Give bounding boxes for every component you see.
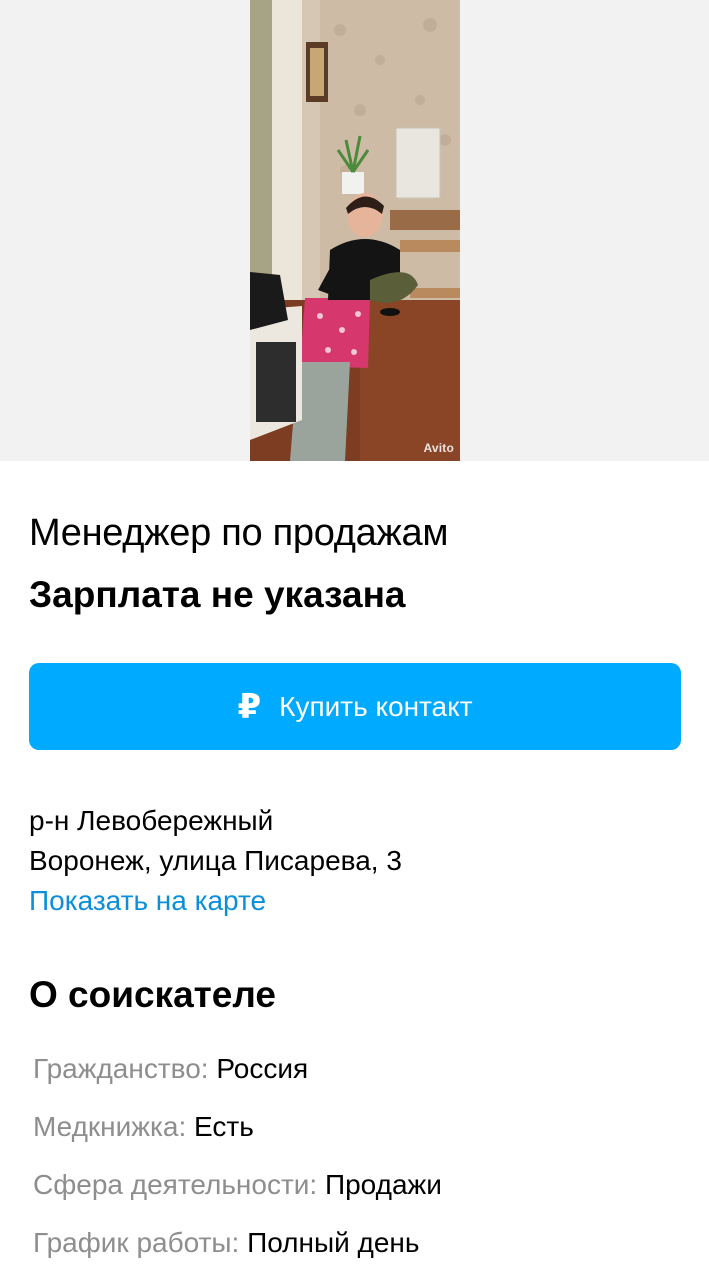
param-row-citizenship: Гражданство: Россия bbox=[33, 1049, 442, 1107]
photo-illustration bbox=[250, 0, 460, 461]
param-value: Полный день bbox=[247, 1227, 420, 1258]
salary-text: Зарплата не указана bbox=[29, 574, 406, 615]
param-value: Есть bbox=[194, 1111, 254, 1142]
photo-gallery[interactable]: Avito bbox=[0, 0, 709, 461]
about-section-title: О соискателе bbox=[29, 974, 276, 1015]
param-value: Продажи bbox=[324, 1169, 442, 1200]
avito-watermark: Avito bbox=[423, 441, 454, 455]
buy-contact-button[interactable]: ₽ Купить контакт bbox=[29, 663, 681, 750]
listing-photo[interactable]: Avito bbox=[250, 0, 460, 461]
param-row-schedule: График работы: Полный день bbox=[33, 1223, 442, 1281]
param-value: Россия bbox=[216, 1053, 309, 1084]
param-row-field: Сфера деятельности: Продажи bbox=[33, 1165, 442, 1223]
applicant-params-list: Гражданство: Россия Медкнижка: Есть Сфер… bbox=[33, 1049, 442, 1281]
param-label: Сфера деятельности: bbox=[33, 1169, 318, 1200]
ruble-icon: ₽ bbox=[237, 687, 262, 726]
param-row-medical-book: Медкнижка: Есть bbox=[33, 1107, 442, 1165]
buy-contact-label: Купить контакт bbox=[279, 690, 473, 722]
param-label: График работы: bbox=[33, 1227, 240, 1258]
address-district: р-н Левобережный bbox=[29, 805, 274, 836]
address-block: р-н Левобережный Воронеж, улица Писарева… bbox=[29, 801, 402, 921]
param-label: Медкнижка: bbox=[33, 1111, 187, 1142]
show-on-map-link[interactable]: Показать на карте bbox=[29, 881, 402, 921]
param-label: Гражданство: bbox=[33, 1053, 209, 1084]
listing-title: Менеджер по продажам bbox=[29, 512, 449, 554]
address-street: Воронеж, улица Писарева, 3 bbox=[29, 845, 402, 876]
